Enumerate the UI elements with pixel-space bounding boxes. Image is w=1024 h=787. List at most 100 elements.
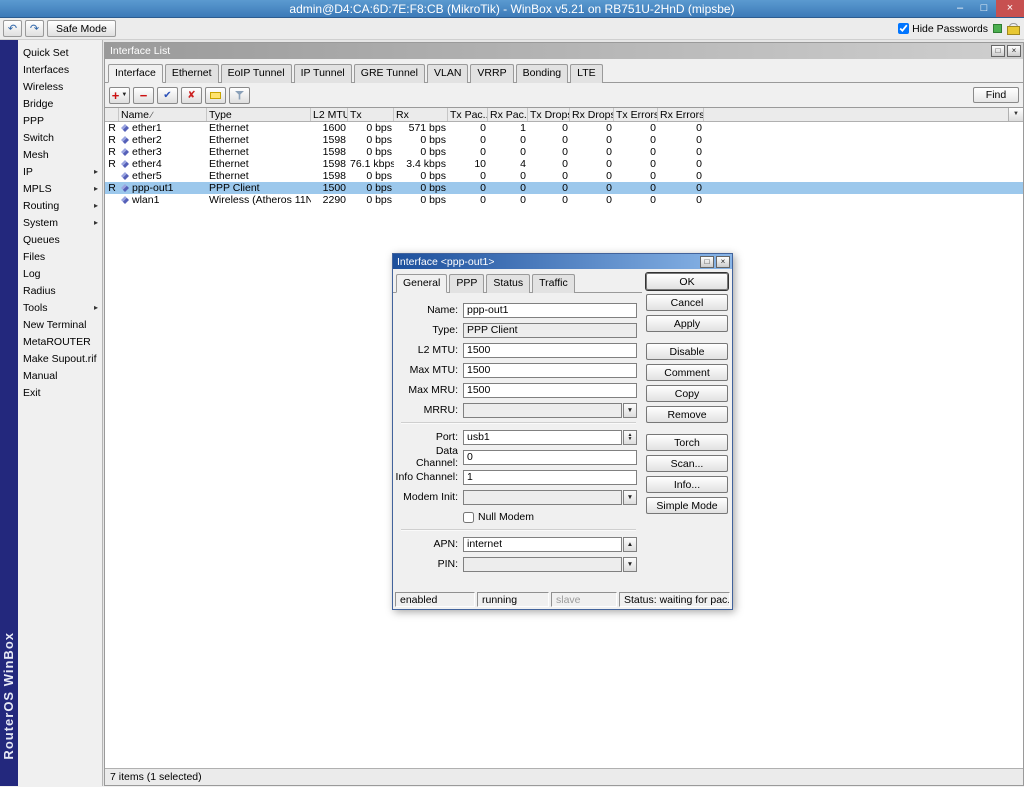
interface-list-close-button[interactable]: × (1007, 45, 1021, 57)
column-header-tx[interactable]: Tx (348, 108, 394, 121)
max-mru-input[interactable] (463, 383, 637, 398)
tab-vrrp[interactable]: VRRP (470, 64, 513, 83)
apn-collapse-button[interactable]: ▲ (623, 537, 637, 552)
ok-button[interactable]: OK (646, 273, 728, 290)
column-header-rx-packets[interactable]: Rx Pac... (488, 108, 528, 121)
sidebar-item-interfaces[interactable]: Interfaces (18, 61, 102, 78)
column-header-rx[interactable]: Rx (394, 108, 448, 121)
remove-button[interactable]: Remove (646, 406, 728, 423)
column-header-l2mtu[interactable]: L2 MTU (311, 108, 348, 121)
column-header-tx-drops[interactable]: Tx Drops (528, 108, 570, 121)
sidebar-item-routing[interactable]: Routing▸ (18, 197, 102, 214)
simple-mode-button[interactable]: Simple Mode (646, 497, 728, 514)
column-header-name[interactable]: Name∕ (119, 108, 207, 121)
sidebar-item-system[interactable]: System▸ (18, 214, 102, 231)
dialog-tab-ppp[interactable]: PPP (449, 274, 484, 293)
sidebar-item-files[interactable]: Files (18, 248, 102, 265)
sidebar-item-make-supout-rif[interactable]: Make Supout.rif (18, 350, 102, 367)
safe-mode-button[interactable]: Safe Mode (47, 20, 116, 37)
interface-list-maximize-button[interactable]: □ (991, 45, 1005, 57)
sidebar-item-wireless[interactable]: Wireless (18, 78, 102, 95)
mrru-dropdown-button[interactable]: ▼ (623, 403, 637, 418)
mrru-input[interactable] (463, 403, 622, 418)
table-row[interactable]: ether5 Ethernet 1598 0 bps 0 bps 0 0 0 0… (105, 170, 1023, 182)
table-row[interactable]: wlan1 Wireless (Atheros 11N) 2290 0 bps … (105, 194, 1023, 206)
port-spinner-button[interactable]: ▲▼ (623, 430, 637, 445)
disable-button[interactable]: ✘ (181, 87, 202, 104)
tab-vlan[interactable]: VLAN (427, 64, 468, 83)
port-input[interactable] (463, 430, 622, 445)
sidebar-item-ip[interactable]: IP▸ (18, 163, 102, 180)
dialog-tab-status[interactable]: Status (486, 274, 530, 293)
column-header-tx-packets[interactable]: Tx Pac... (448, 108, 488, 121)
sidebar-item-log[interactable]: Log (18, 265, 102, 282)
null-modem-checkbox[interactable] (463, 512, 474, 523)
sidebar-item-bridge[interactable]: Bridge (18, 95, 102, 112)
sidebar-item-metarouter[interactable]: MetaROUTER (18, 333, 102, 350)
sidebar-item-mpls[interactable]: MPLS▸ (18, 180, 102, 197)
interface-list-titlebar[interactable]: Interface List □ × (105, 43, 1023, 59)
sidebar-item-queues[interactable]: Queues (18, 231, 102, 248)
sidebar-item-switch[interactable]: Switch (18, 129, 102, 146)
table-row[interactable]: R ether4 Ethernet 1598 76.1 kbps 3.4 kbp… (105, 158, 1023, 170)
filter-button[interactable] (229, 87, 250, 104)
column-header-type[interactable]: Type (207, 108, 311, 121)
find-button[interactable]: Find (973, 87, 1019, 103)
column-header-tx-errors[interactable]: Tx Errors (614, 108, 658, 121)
tab-ip-tunnel[interactable]: IP Tunnel (294, 64, 352, 83)
dialog-tab-general[interactable]: General (396, 274, 447, 293)
table-row-selected[interactable]: R ppp-out1 PPP Client 1500 0 bps 0 bps 0… (105, 182, 1023, 194)
tab-interface[interactable]: Interface (108, 64, 163, 83)
table-row[interactable]: R ether1 Ethernet 1600 0 bps 571 bps 0 1… (105, 122, 1023, 134)
l2mtu-input[interactable] (463, 343, 637, 358)
close-button[interactable]: × (996, 0, 1024, 17)
sidebar-item-quick-set[interactable]: Quick Set (18, 44, 102, 61)
apn-input[interactable] (463, 537, 622, 552)
redo-button[interactable]: ↷ (25, 20, 44, 37)
column-select-dropdown[interactable]: ▼ (1008, 108, 1023, 121)
pin-dropdown-button[interactable]: ▼ (623, 557, 637, 572)
tab-ethernet[interactable]: Ethernet (165, 64, 219, 83)
sidebar-item-mesh[interactable]: Mesh (18, 146, 102, 163)
table-row[interactable]: R ether3 Ethernet 1598 0 bps 0 bps 0 0 0… (105, 146, 1023, 158)
dialog-tab-traffic[interactable]: Traffic (532, 274, 575, 293)
hide-passwords-toggle[interactable]: Hide Passwords (898, 23, 988, 35)
maximize-button[interactable]: □ (972, 0, 996, 17)
cancel-button[interactable]: Cancel (646, 294, 728, 311)
remove-button[interactable]: − (133, 87, 154, 104)
column-header-rx-errors[interactable]: Rx Errors (658, 108, 704, 121)
apply-button[interactable]: Apply (646, 315, 728, 332)
torch-button[interactable]: Torch (646, 434, 728, 451)
sidebar-item-ppp[interactable]: PPP (18, 112, 102, 129)
max-mtu-input[interactable] (463, 363, 637, 378)
minimize-button[interactable]: – (948, 0, 972, 17)
comment-button[interactable]: Comment (646, 364, 728, 381)
info-button[interactable]: Info... (646, 476, 728, 493)
tab-eoip-tunnel[interactable]: EoIP Tunnel (221, 64, 292, 83)
table-row[interactable]: R ether2 Ethernet 1598 0 bps 0 bps 0 0 0… (105, 134, 1023, 146)
name-input[interactable] (463, 303, 637, 318)
dialog-titlebar[interactable]: Interface <ppp-out1> □ × (393, 254, 732, 269)
sidebar-item-exit[interactable]: Exit (18, 384, 102, 401)
disable-button[interactable]: Disable (646, 343, 728, 360)
dialog-close-button[interactable]: × (716, 256, 730, 268)
sidebar-item-tools[interactable]: Tools▸ (18, 299, 102, 316)
tab-bonding[interactable]: Bonding (516, 64, 569, 83)
comment-button[interactable] (205, 87, 226, 104)
data-channel-input[interactable] (463, 450, 637, 465)
sidebar-item-radius[interactable]: Radius (18, 282, 102, 299)
sidebar-item-manual[interactable]: Manual (18, 367, 102, 384)
tab-lte[interactable]: LTE (570, 64, 602, 83)
info-channel-input[interactable] (463, 470, 637, 485)
hide-passwords-checkbox[interactable] (898, 23, 909, 34)
enable-button[interactable]: ✔ (157, 87, 178, 104)
column-header-flag[interactable] (105, 108, 119, 121)
column-header-rx-drops[interactable]: Rx Drops (570, 108, 614, 121)
dialog-restore-button[interactable]: □ (700, 256, 714, 268)
add-button[interactable]: +▼ (109, 87, 130, 104)
scan-button[interactable]: Scan... (646, 455, 728, 472)
modem-init-input[interactable] (463, 490, 622, 505)
tab-gre-tunnel[interactable]: GRE Tunnel (354, 64, 425, 83)
modem-init-dropdown-button[interactable]: ▼ (623, 490, 637, 505)
copy-button[interactable]: Copy (646, 385, 728, 402)
